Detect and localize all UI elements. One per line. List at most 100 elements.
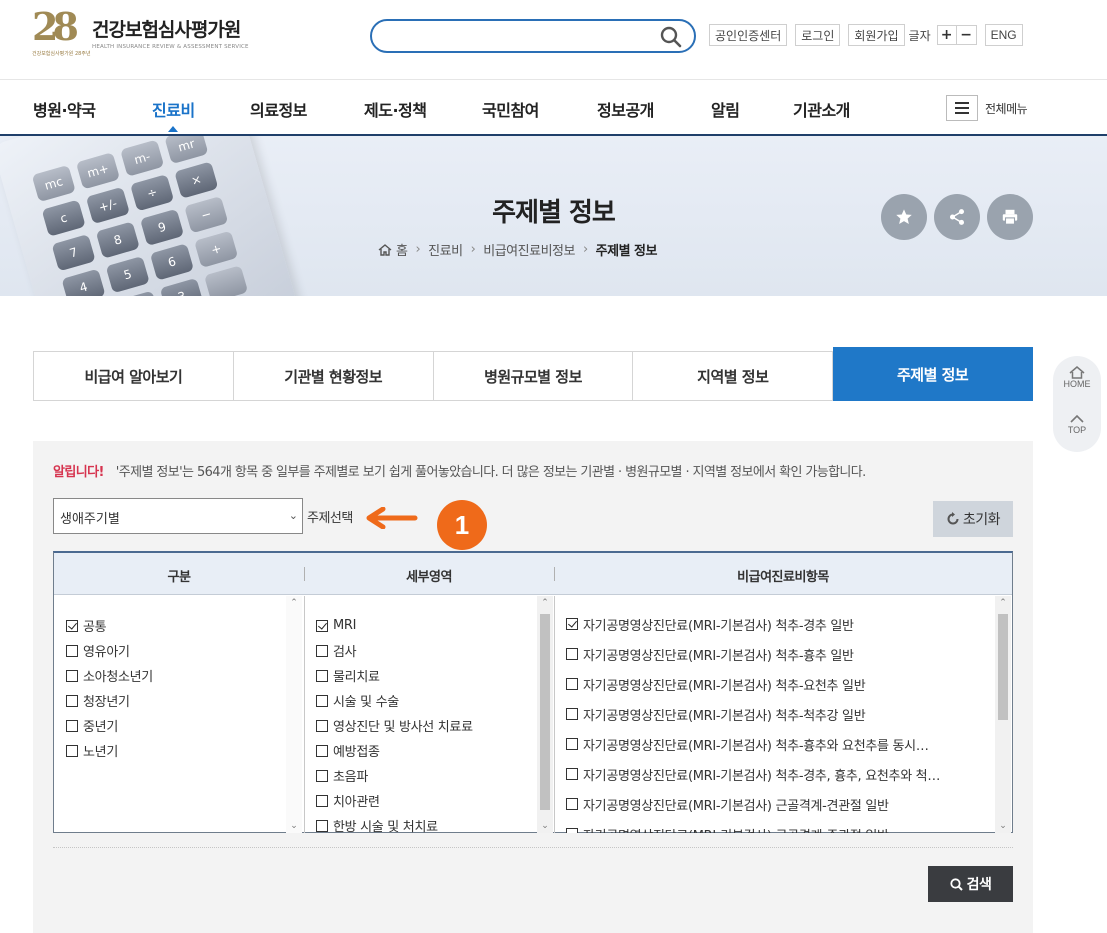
list-item[interactable]: 중년기 — [66, 713, 286, 738]
checkbox[interactable] — [566, 648, 578, 660]
list-item-label: 자기공명영상진단료(MRI-기본검사) 척추-요천추 일반 — [583, 678, 866, 694]
list-item[interactable]: MRI — [316, 613, 536, 638]
checkbox[interactable] — [316, 619, 328, 632]
subarea-scrollbar[interactable]: ⌃ ⌄ — [537, 596, 553, 833]
list-item[interactable]: 치아관련 — [316, 788, 536, 813]
print-button[interactable] — [987, 194, 1033, 240]
breadcrumb-noncovered[interactable]: 비급여진료비정보 — [483, 240, 575, 259]
quick-home-button[interactable]: HOME — [1053, 366, 1101, 389]
english-button[interactable]: ENG — [984, 24, 1023, 46]
checkbox[interactable] — [66, 669, 78, 682]
list-item-label: 물리치료 — [333, 670, 380, 685]
checkbox[interactable] — [316, 794, 328, 807]
list-item[interactable]: 청장년기 — [66, 688, 286, 713]
list-item[interactable]: 노년기 — [66, 738, 286, 763]
list-item[interactable]: 영유아기 — [66, 638, 286, 663]
gnb-notice[interactable]: 알림 — [711, 97, 740, 121]
site-logo[interactable]: 28 건강보험심사평가원 28주년 건강보험심사평가원 HEALTH INSUR… — [32, 4, 249, 57]
checkbox[interactable] — [316, 694, 328, 707]
list-item-label: 자기공명영상진단료(MRI-기본검사) 근골격계-주관절 일반 — [583, 825, 889, 834]
list-item[interactable]: 자기공명영상진단료(MRI-기본검사) 근골격계-주관절 일반 — [566, 819, 994, 833]
category-scrollbar[interactable]: ⌃ ⌄ — [286, 596, 302, 833]
gnb-medical-info[interactable]: 의료정보 — [250, 97, 307, 121]
checkbox[interactable] — [566, 618, 578, 630]
item-list: 자기공명영상진단료(MRI-기본검사) 척추-경추 일반 자기공명영상진단료(M… — [566, 596, 994, 833]
gnb-participation[interactable]: 국민참여 — [482, 97, 539, 121]
search-icon — [950, 877, 963, 891]
scroll-down-icon[interactable]: ⌄ — [537, 821, 553, 831]
list-item[interactable]: 자기공명영상진단료(MRI-기본검사) 척추-흉추와 요천추를 동시… — [566, 729, 994, 759]
checkbox[interactable] — [566, 768, 578, 780]
join-button[interactable]: 회원가입 — [848, 24, 905, 46]
list-item[interactable]: 자기공명영상진단료(MRI-기본검사) 척추-경추 일반 — [566, 609, 994, 639]
scroll-thumb[interactable] — [540, 614, 550, 810]
list-item[interactable]: 영상진단 및 방사선 치료료 — [316, 713, 536, 738]
checkbox[interactable] — [316, 669, 328, 682]
checkbox[interactable] — [66, 744, 78, 757]
list-item[interactable]: 검사 — [316, 638, 536, 663]
checkbox[interactable] — [66, 619, 78, 632]
list-item[interactable]: 예방접종 — [316, 738, 536, 763]
checkbox[interactable] — [316, 644, 328, 657]
checkbox[interactable] — [316, 744, 328, 757]
favorite-button[interactable] — [881, 194, 927, 240]
reset-button[interactable]: 초기화 — [933, 501, 1013, 537]
topic-select[interactable]: 생애주기별 ⌄ — [53, 498, 303, 534]
search-input[interactable] — [388, 22, 658, 50]
gnb-about[interactable]: 기관소개 — [793, 97, 850, 121]
checkbox[interactable] — [566, 678, 578, 690]
list-item[interactable]: 한방 시술 및 처치료 — [316, 813, 536, 833]
scroll-down-icon[interactable]: ⌄ — [995, 821, 1011, 831]
tab-by-institution[interactable]: 기관별 현황정보 — [233, 351, 434, 401]
gnb-policy[interactable]: 제도·정책 — [364, 97, 427, 121]
list-item-label: 초음파 — [333, 770, 368, 785]
home-icon[interactable] — [378, 243, 392, 256]
item-scrollbar[interactable]: ⌃ ⌄ — [995, 596, 1011, 833]
checkbox[interactable] — [66, 694, 78, 707]
all-menu-button[interactable]: 전체메뉴 — [946, 95, 1028, 121]
list-item[interactable]: 자기공명영상진단료(MRI-기본검사) 척추-척추강 일반 — [566, 699, 994, 729]
checkbox[interactable] — [316, 769, 328, 782]
gnb-medical-fees[interactable]: 진료비 — [152, 97, 195, 132]
gnb-disclosure[interactable]: 정보공개 — [597, 97, 654, 121]
tab-by-region[interactable]: 지역별 정보 — [633, 351, 834, 401]
scroll-thumb[interactable] — [998, 614, 1008, 720]
list-item[interactable]: 자기공명영상진단료(MRI-기본검사) 척추-흉추 일반 — [566, 639, 994, 669]
breadcrumb-home[interactable]: 홈 — [396, 240, 408, 259]
list-item[interactable]: 초음파 — [316, 763, 536, 788]
checkbox[interactable] — [66, 719, 78, 732]
checkbox[interactable] — [566, 828, 578, 833]
list-item[interactable]: 공통 — [66, 613, 286, 638]
cert-center-button[interactable]: 공인인증센터 — [709, 24, 788, 46]
list-item[interactable]: 시술 및 수술 — [316, 688, 536, 713]
gnb-hospital-pharmacy[interactable]: 병원·약국 — [33, 97, 96, 121]
list-item[interactable]: 자기공명영상진단료(MRI-기본검사) 척추-요천추 일반 — [566, 669, 994, 699]
quick-top-button[interactable]: TOP — [1053, 414, 1101, 435]
scroll-up-icon[interactable]: ⌃ — [537, 598, 553, 608]
checkbox[interactable] — [566, 708, 578, 720]
checkbox[interactable] — [66, 644, 78, 657]
font-plus-button[interactable]: + — [936, 25, 957, 45]
breadcrumb-medical-fees[interactable]: 진료비 — [428, 240, 463, 259]
scroll-up-icon[interactable]: ⌃ — [286, 598, 302, 608]
search-button[interactable]: 검색 — [928, 866, 1013, 902]
list-item[interactable]: 소아청소년기 — [66, 663, 286, 688]
tab-noncovered-overview[interactable]: 비급여 알아보기 — [33, 351, 234, 401]
checkbox[interactable] — [316, 719, 328, 732]
checkbox[interactable] — [316, 819, 328, 832]
search-icon[interactable] — [660, 26, 682, 48]
tab-by-hospital-size[interactable]: 병원규모별 정보 — [433, 351, 634, 401]
list-item[interactable]: 물리치료 — [316, 663, 536, 688]
login-button[interactable]: 로그인 — [795, 24, 841, 46]
list-item[interactable]: 자기공명영상진단료(MRI-기본검사) 근골격계-견관절 일반 — [566, 789, 994, 819]
scroll-up-icon[interactable]: ⌃ — [995, 598, 1011, 608]
tab-by-topic[interactable]: 주제별 정보 — [833, 347, 1033, 401]
star-icon — [896, 209, 912, 225]
list-item[interactable]: 자기공명영상진단료(MRI-기본검사) 척추-경추, 흉추, 요천추와 척… — [566, 759, 994, 789]
checkbox[interactable] — [566, 738, 578, 750]
checkbox[interactable] — [566, 798, 578, 810]
share-button[interactable] — [934, 194, 980, 240]
font-minus-button[interactable]: − — [956, 25, 977, 45]
scroll-down-icon[interactable]: ⌄ — [286, 821, 302, 831]
list-item-label: 자기공명영상진단료(MRI-기본검사) 척추-흉추와 요천추를 동시… — [583, 738, 929, 754]
